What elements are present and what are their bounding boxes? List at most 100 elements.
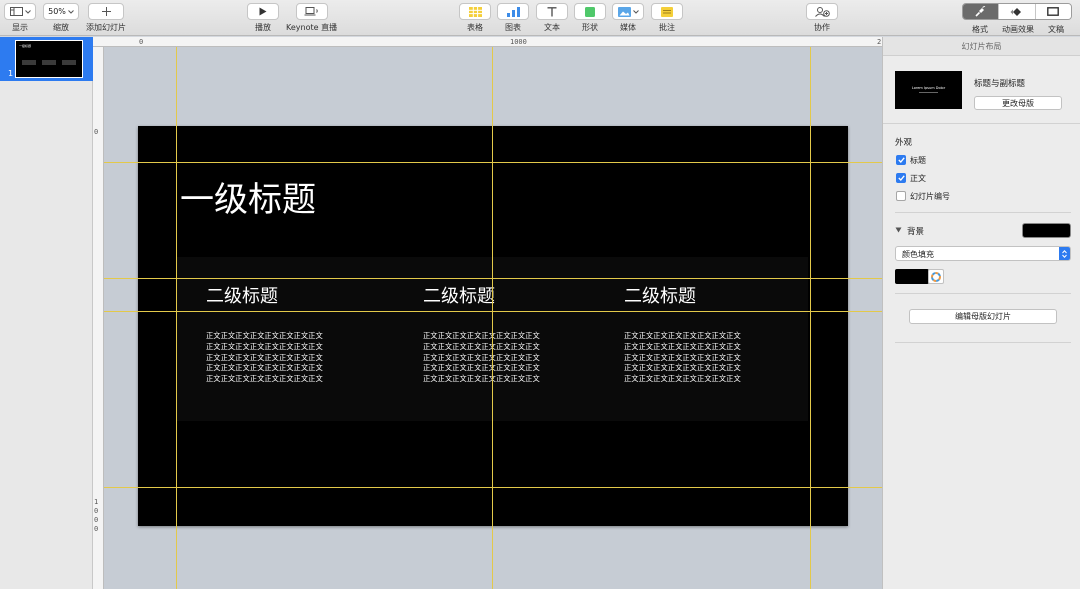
master-thumb-subline [919,92,938,93]
slide-number-checkbox[interactable] [896,191,906,201]
comment-button[interactable] [651,3,683,20]
insert-media[interactable]: 媒体 [612,3,644,33]
master-name: 标题与副标题 [974,79,1026,89]
comment-label: 批注 [659,23,675,32]
column-body[interactable]: 正文正文正文正文正文正文正文正文 正文正文正文正文正文正文正文正文 正文正文正文… [206,331,338,385]
title-checkbox[interactable] [896,155,906,165]
column-heading[interactable]: 二级标题 [206,282,278,308]
section-divider [883,123,1080,124]
body-line: 正文正文正文正文正文正文正文正文 [423,341,540,351]
alignment-guide[interactable] [176,47,177,589]
inspector-header: 幻灯片布局 [883,37,1080,56]
ruler-mark: 1000 [510,38,527,46]
text-button[interactable] [536,3,568,20]
collaborate-button[interactable] [806,3,838,20]
play-button[interactable] [247,3,279,20]
alignment-guide[interactable] [810,47,811,589]
color-picker-button[interactable] [928,269,944,284]
laptop-broadcast-icon [304,7,318,16]
shape-square-icon [585,6,595,17]
change-master-button[interactable]: 更改母版 [974,96,1062,110]
alignment-guide[interactable] [104,162,882,163]
body-line: 正文正文正文正文正文正文正文正文 [423,374,540,384]
master-thumbnail[interactable]: Lorem Ipsum Dolor [895,71,962,109]
body-line: 正文正文正文正文正文正文正文正文 [206,341,323,351]
zoom-select[interactable]: 50% [43,3,79,20]
chevron-down-icon [24,9,31,14]
play[interactable]: 播放 [247,3,279,33]
alignment-guide[interactable] [104,278,882,279]
chevron-down-icon [632,9,639,14]
background-heading: 背景 [907,227,925,237]
animate-tab[interactable] [999,4,1036,19]
fill-type-select[interactable]: 颜色填充 [895,246,1071,261]
master-thumb-text: Lorem Ipsum Dolor [911,86,946,90]
view-menu[interactable]: 显示 [4,3,36,33]
column-heading[interactable]: 二级标题 [423,282,495,308]
animate-diamond-icon [1010,7,1022,16]
zoom-label: 缩放 [53,23,69,32]
body-line: 正文正文正文正文正文正文正文正文 [206,331,323,340]
body-line: 正文正文正文正文正文正文正文正文 [206,374,323,384]
slide-title[interactable]: 一级标题 [180,172,316,221]
chart-label: 图表 [505,23,521,32]
color-well[interactable] [895,269,929,284]
insert-text[interactable]: 文本 [536,3,568,33]
horizontal-ruler: 0 1000 2 [93,37,882,47]
chart-button[interactable] [497,3,529,20]
body-line: 正文正文正文正文正文正文正文正文 [423,363,540,373]
checkmark-icon [897,157,905,163]
slide-thumbnail-item[interactable]: 1 一级标题 [0,37,93,81]
body-line: 正文正文正文正文正文正文正文正文 [624,374,741,384]
edit-master-slide-button[interactable]: 编辑母版幻灯片 [909,309,1057,324]
media-button[interactable] [612,3,644,20]
add-slide[interactable]: 添加幻灯片 [86,3,126,33]
paintbrush-icon [975,6,986,17]
format-inspector: 幻灯片布局 Lorem Ipsum Dolor 标题与副标题 更改母版 外观 标… [882,37,1080,589]
section-divider [895,342,1071,343]
disclosure-triangle-icon[interactable] [895,227,902,233]
alignment-guide[interactable] [104,487,882,488]
shape-button[interactable] [574,3,606,20]
add-slide-button[interactable] [88,3,124,20]
color-wheel-icon [931,271,941,282]
chevron-down-icon [68,9,74,14]
insert-comment[interactable]: 批注 [651,3,683,33]
alignment-guide[interactable] [492,47,493,589]
thumb-block [22,60,36,65]
view-button[interactable] [4,3,36,20]
body-checkbox[interactable] [896,173,906,183]
ruler-mark: 0 [94,128,99,136]
slide-thumbnail[interactable]: 一级标题 [15,40,83,78]
column-body[interactable]: 正文正文正文正文正文正文正文正文 正文正文正文正文正文正文正文正文 正文正文正文… [423,331,555,385]
body-line: 正文正文正文正文正文正文正文正文 [206,352,323,362]
media-image-icon [617,6,631,17]
title-checkbox-label: 标题 [910,156,926,165]
thumb-title: 一级标题 [19,44,32,48]
format-tab[interactable] [963,4,1000,19]
column-heading[interactable]: 二级标题 [624,282,696,308]
comment-icon [661,6,673,17]
insert-chart[interactable]: 图表 [497,3,529,33]
keynote-live-label: Keynote 直播 [286,23,338,32]
collaborate[interactable]: 协作 [806,3,838,33]
background-color-swatch[interactable] [1022,223,1071,238]
ruler-mark: 0 [139,38,144,46]
bar-chart-icon [506,6,520,17]
column-body[interactable]: 正文正文正文正文正文正文正文正文 正文正文正文正文正文正文正文正文 正文正文正文… [624,331,756,385]
collaborate-people-icon [814,6,830,17]
play-label: 播放 [255,23,271,32]
table-icon [468,6,482,17]
checkmark-icon [897,175,905,181]
zoom-menu[interactable]: 50% 缩放 [43,3,79,33]
insert-table[interactable]: 表格 [459,3,491,33]
document-tab[interactable] [1035,4,1071,19]
thumb-block [42,60,56,65]
insert-shape[interactable]: 形状 [574,3,606,33]
select-stepper [1059,247,1070,260]
keynote-live[interactable]: Keynote 直播 [286,3,337,33]
slide[interactable]: 一级标题 二级标题 正文正文正文正文正文正文正文正文 正文正文正文正文正文正文正… [138,126,848,526]
table-button[interactable] [459,3,491,20]
keynote-live-button[interactable] [295,3,328,20]
alignment-guide[interactable] [104,311,882,312]
